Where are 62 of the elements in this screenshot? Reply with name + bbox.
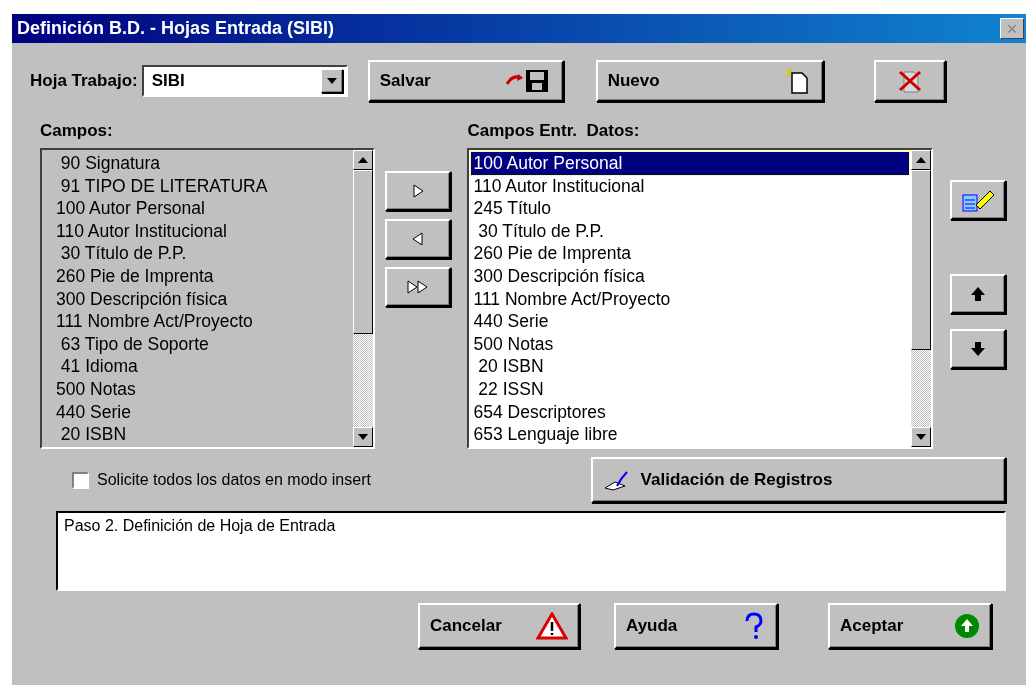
dropdown-arrow-icon xyxy=(326,78,337,84)
entry-fields-list[interactable] xyxy=(467,148,933,449)
list-item[interactable]: 110 Autor Institucional xyxy=(471,174,909,198)
fields-list[interactable] xyxy=(40,148,376,449)
scroll-down-icon xyxy=(916,434,926,440)
down-arrow-icon xyxy=(969,340,987,358)
list-item[interactable]: 41 Idioma xyxy=(44,355,352,378)
list-item[interactable]: 22 ISSN xyxy=(471,377,909,401)
list-item[interactable]: 91 TIPO DE LITERATURA xyxy=(44,174,352,198)
list-item[interactable]: 20 ISBN xyxy=(471,355,909,378)
list-item[interactable]: 500 Notas xyxy=(471,332,909,356)
add-all-button[interactable] xyxy=(385,267,452,307)
list-item[interactable]: 30 Título de P.P. xyxy=(471,219,909,243)
list-item[interactable]: 300 Descripción física xyxy=(44,287,352,311)
move-down-button[interactable] xyxy=(950,329,1006,369)
warning-icon xyxy=(536,612,568,640)
help-button[interactable]: Ayuda xyxy=(614,603,778,649)
cancel-button[interactable]: Cancelar xyxy=(418,603,580,649)
message-text: Paso 2. Definición de Hoja de Entrada xyxy=(64,517,336,534)
list-item[interactable]: 110 Autor Institucional xyxy=(44,219,352,243)
fields-label: Campos: xyxy=(40,121,114,141)
insert-mode-label: Solicite todos los datos en modo insert xyxy=(97,471,371,489)
list-item[interactable]: 440 Serie xyxy=(44,400,352,424)
list-item[interactable]: 440 Serie xyxy=(471,310,909,333)
entry-fields-label: Campos Entr. Datos: xyxy=(467,121,641,141)
window-title: Definición B.D. - Hojas Entrada (SIBI) xyxy=(17,18,335,39)
list-item[interactable]: 260 Pie de Imprenta xyxy=(44,264,352,288)
delete-button[interactable] xyxy=(873,60,946,102)
edit-button[interactable] xyxy=(950,180,1006,220)
ok-button[interactable]: Aceptar xyxy=(828,603,992,649)
list-item[interactable]: 111 Nombre Act/Proyecto xyxy=(471,287,909,311)
list-item[interactable]: 500 Notas xyxy=(44,377,352,401)
scroll-down-icon xyxy=(358,434,369,440)
list-item[interactable]: 100 Autor Personal xyxy=(471,152,909,175)
validation-button[interactable]: Validación de Registros xyxy=(590,457,1006,503)
list-item[interactable]: 111 Nombre Act/Proyecto xyxy=(44,310,352,333)
list-item[interactable]: 30 Título de P.P. xyxy=(44,242,352,265)
scroll-up-icon xyxy=(358,157,369,163)
worksheet-dropdown[interactable]: SIBI xyxy=(141,65,348,97)
list-item[interactable]: 90 Signatura xyxy=(44,152,352,175)
list-item[interactable]: 300 Descripción física xyxy=(471,264,909,288)
remove-button[interactable] xyxy=(385,219,452,259)
list-item[interactable]: 653 Lenguaje libre xyxy=(471,423,909,446)
list-item[interactable]: 20 ISBN xyxy=(44,423,352,446)
list-item[interactable]: 654 Descriptores xyxy=(471,400,909,424)
list-item[interactable]: 63 Tipo de Soporte xyxy=(44,332,352,356)
worksheet-label: Hoja Trabajo: xyxy=(30,71,138,91)
ok-icon xyxy=(954,613,980,639)
new-button[interactable]: Nuevo xyxy=(595,60,824,102)
list-item[interactable]: 100 Autor Personal xyxy=(44,197,352,220)
list-item[interactable]: 260 Pie de Imprenta xyxy=(471,242,909,265)
save-button[interactable]: Salvar xyxy=(367,60,564,102)
up-arrow-icon xyxy=(969,285,987,303)
scroll-up-icon xyxy=(916,157,926,163)
play-icon xyxy=(411,183,426,199)
add-button[interactable] xyxy=(385,171,452,211)
move-up-button[interactable] xyxy=(950,274,1006,314)
list-item[interactable]: 245 Título xyxy=(471,197,909,220)
scrollbar[interactable] xyxy=(911,150,931,447)
back-icon xyxy=(411,231,426,247)
insert-mode-checkbox[interactable] xyxy=(72,471,89,489)
scrollbar[interactable] xyxy=(353,150,374,447)
